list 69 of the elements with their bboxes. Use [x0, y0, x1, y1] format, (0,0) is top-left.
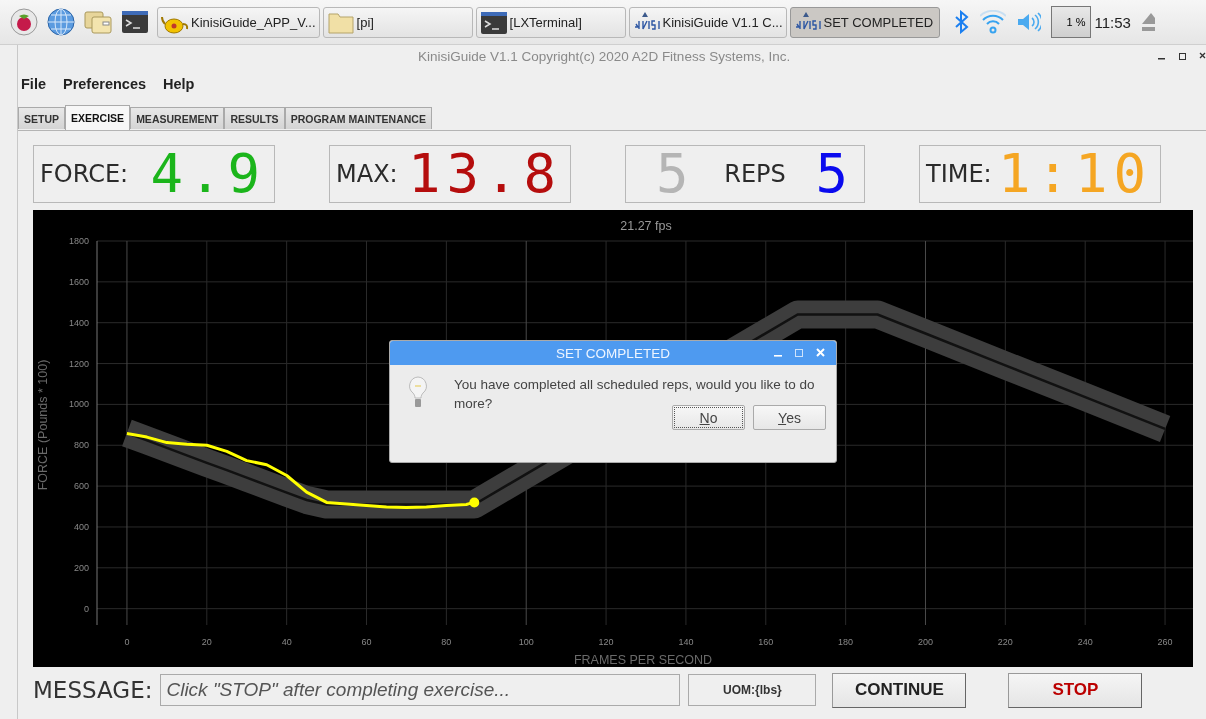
tick-label: 1800 — [68, 236, 89, 246]
tick-label: 180 — [838, 637, 854, 647]
taskbar-button[interactable]: SET COMPLETED — [789, 6, 940, 38]
taskbar-button[interactable]: KinisiGuide V1.1 C... — [628, 6, 787, 38]
digit-display: 1:10 — [997, 146, 1152, 202]
tab[interactable]: EXERCISE — [65, 105, 131, 130]
maximize-icon[interactable] — [1177, 50, 1188, 62]
tab[interactable]: SETUP — [18, 107, 65, 129]
tab[interactable]: RESULTS — [224, 107, 285, 129]
tick-label: 200 — [73, 562, 89, 573]
digit-display: 4.9 — [150, 146, 266, 202]
digit-display: 13.8 — [407, 146, 562, 202]
digit-display: 5 — [656, 146, 695, 202]
folders-icon[interactable] — [84, 8, 112, 36]
tick-label: 220 — [997, 637, 1013, 647]
volume-icon[interactable] — [1015, 10, 1041, 34]
tick-label: 60 — [361, 637, 372, 647]
message-field[interactable]: Click "STOP" after completing exercise... — [160, 674, 681, 706]
stop-button[interactable]: STOP — [1008, 672, 1143, 708]
tab[interactable]: PROGRAM MAINTENANCE — [284, 107, 432, 129]
readout-label: TIME: — [926, 160, 992, 188]
tick-label: 0 — [84, 603, 89, 614]
tick-label: 1600 — [68, 276, 89, 287]
terminal-icon — [479, 9, 508, 35]
tick-label: 100 — [518, 637, 534, 647]
tick-label: 140 — [678, 637, 694, 647]
window-title: KinisiGuide V1.1 Copyright(c) 2020 A2D Fitness Systems, Inc. — [418, 48, 791, 64]
raspberry-icon[interactable] — [10, 8, 38, 36]
axis-label: FRAMES PER SECOND — [573, 653, 713, 667]
wifi-icon[interactable] — [979, 10, 1006, 34]
menu-item[interactable]: Help — [163, 76, 195, 92]
tick-label: 200 — [917, 637, 933, 647]
taskbar-button[interactable]: KinisiGuide_APP_V... — [157, 6, 320, 38]
readout-label: MAX: — [336, 160, 398, 188]
chart-title: 21.27 fps — [620, 219, 672, 233]
tick-label: 1400 — [68, 317, 89, 328]
readout-label: REPS — [724, 160, 786, 188]
menu-item[interactable]: Preferences — [63, 76, 146, 92]
terminal-icon[interactable] — [121, 8, 149, 36]
tick-label: 20 — [201, 637, 212, 647]
tick-label: 400 — [73, 521, 89, 532]
tick-label: 240 — [1077, 637, 1093, 647]
message-label: MESSAGE: — [33, 677, 153, 703]
digit-display: 5 — [815, 146, 854, 202]
menu-item[interactable]: File — [21, 76, 46, 92]
tick-label: 40 — [281, 637, 292, 647]
tick-label: 260 — [1157, 637, 1173, 647]
taskbar-button[interactable]: [pi] — [322, 6, 473, 38]
tab[interactable]: MEASUREMENT — [130, 107, 225, 129]
unit-label: UOM:{lbs} — [688, 674, 817, 706]
dialog-button[interactable]: Yes — [753, 405, 826, 430]
dialog-button[interactable]: No — [672, 405, 745, 430]
clock[interactable]: 11:53 — [1094, 13, 1131, 31]
continue-button[interactable]: CONTINUE — [832, 672, 967, 708]
tick-label: 1000 — [68, 399, 89, 410]
tick-label: 80 — [441, 637, 452, 647]
lightbulb-icon — [408, 375, 428, 409]
dialog-title: SET COMPLETED — [556, 345, 670, 361]
axis-label: FORCE (Pounds * 100) — [36, 359, 50, 491]
readout-label: FORCE: — [40, 160, 129, 188]
taskbar-button[interactable]: [LXTerminal] — [475, 6, 626, 38]
tick-label: 120 — [598, 637, 614, 647]
tick-label: 1200 — [68, 358, 89, 369]
tick-label: 0 — [124, 637, 130, 647]
globe-icon[interactable] — [47, 8, 75, 36]
tick-label: 600 — [73, 481, 89, 492]
tick-label: 800 — [73, 440, 89, 451]
cpu-monitor[interactable]: 1 % — [1050, 6, 1091, 38]
tick-label: 160 — [758, 637, 774, 647]
